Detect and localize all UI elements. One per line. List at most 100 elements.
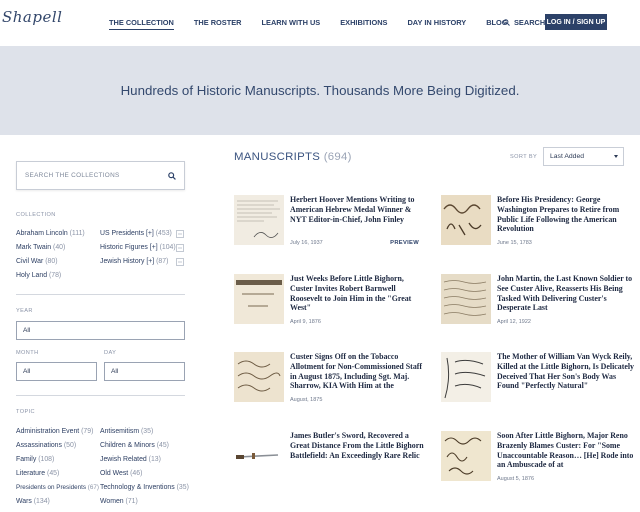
- filter-us-presidents[interactable]: US Presidents [+] (453): [100, 230, 172, 237]
- filter-label: Mark Twain: [16, 244, 52, 251]
- nav-search-button[interactable]: SEARCH: [503, 18, 545, 27]
- search-icon: [503, 19, 510, 26]
- search-icon[interactable]: [168, 171, 176, 180]
- manuscript-card[interactable]: The Mother of William Van Wyck Reily, Ki…: [441, 352, 636, 407]
- nav-link-the-collection[interactable]: THE COLLECTION: [109, 18, 174, 30]
- manuscript-card[interactable]: James Butler's Sword, Recovered a Great …: [234, 431, 429, 486]
- manuscript-date: August, 1875: [290, 397, 323, 403]
- nav-link-learn-with-us[interactable]: LEARN WITH US: [262, 18, 321, 30]
- topic-technology-inventions[interactable]: Technology & Inventions (35): [100, 484, 189, 491]
- manuscript-thumbnail[interactable]: [441, 274, 491, 324]
- nav-link-day-in-history[interactable]: DAY IN HISTORY: [407, 18, 466, 30]
- topic-count: (35): [140, 428, 154, 435]
- topic-label-text: Assassinations: [16, 442, 62, 449]
- manuscript-title[interactable]: The Mother of William Van Wyck Reily, Ki…: [497, 352, 635, 391]
- filter-historic-figures[interactable]: Historic Figures [+] (104): [100, 244, 176, 251]
- manuscript-thumbnail[interactable]: [234, 195, 284, 245]
- manuscript-thumbnail[interactable]: [234, 274, 284, 324]
- filter-count: (80): [45, 258, 58, 265]
- manuscripts-title: MANUSCRIPTS: [234, 151, 321, 163]
- topic-women[interactable]: Women (71): [100, 498, 138, 505]
- filter-label: US Presidents [+]: [100, 230, 154, 237]
- topic-label-text: Literature: [16, 470, 46, 477]
- nav-links: THE COLLECTION THE ROSTER LEARN WITH US …: [109, 18, 528, 30]
- topic-wars[interactable]: Wars (134): [16, 498, 50, 505]
- month-select[interactable]: All: [16, 362, 97, 381]
- topic-children-minors[interactable]: Children & Minors (45): [100, 442, 169, 449]
- topic-label-text: Family: [16, 456, 37, 463]
- manuscript-title[interactable]: Herbert Hoover Mentions Writing to Ameri…: [290, 195, 428, 224]
- topic-label-text: Antisemitism: [100, 428, 140, 435]
- filter-count: (453): [155, 230, 172, 237]
- filter-abraham-lincoln[interactable]: Abraham Lincoln (111): [16, 230, 85, 237]
- topic-count: (13): [148, 456, 161, 463]
- sort-select[interactable]: Last Added: [543, 147, 624, 166]
- collapse-icon[interactable]: [176, 244, 184, 252]
- manuscript-thumbnail[interactable]: [441, 431, 491, 481]
- topic-literature[interactable]: Literature (45): [16, 470, 59, 477]
- topic-count: (67): [87, 484, 99, 491]
- topic-count: (134): [33, 498, 50, 505]
- filter-count: (111): [69, 230, 85, 237]
- topic-old-west[interactable]: Old West (46): [100, 470, 142, 477]
- manuscript-title[interactable]: John Martin, the Last Known Soldier to S…: [497, 274, 635, 313]
- month-label: MONTH: [16, 350, 39, 356]
- topic-label-text: Wars: [16, 498, 32, 505]
- manuscript-card[interactable]: Herbert Hoover Mentions Writing to Ameri…: [234, 195, 429, 250]
- day-select[interactable]: All: [104, 362, 185, 381]
- filter-holy-land[interactable]: Holy Land (78): [16, 272, 61, 279]
- manuscript-card[interactable]: John Martin, the Last Known Soldier to S…: [441, 274, 636, 329]
- nav-link-exhibitions[interactable]: EXHIBITIONS: [340, 18, 387, 30]
- year-select[interactable]: All: [16, 321, 185, 340]
- collection-search-input[interactable]: SEARCH THE COLLECTIONS: [16, 161, 185, 190]
- manuscript-title[interactable]: James Butler's Sword, Recovered a Great …: [290, 431, 428, 460]
- topic-family[interactable]: Family (108): [16, 456, 54, 463]
- sort-by-label: SORT BY: [510, 154, 538, 160]
- filter-label: Civil War: [16, 258, 44, 265]
- topic-presidents-on-presidents[interactable]: Presidents on Presidents (67): [16, 484, 99, 491]
- manuscript-title[interactable]: Before His Presidency: George Washington…: [497, 195, 635, 234]
- manuscript-title[interactable]: Just Weeks Before Little Bighorn, Custer…: [290, 274, 428, 313]
- manuscript-title[interactable]: Soon After Little Bighorn, Major Reno Br…: [497, 431, 635, 470]
- manuscript-thumbnail[interactable]: [441, 352, 491, 402]
- topic-count: (35): [176, 484, 189, 491]
- manuscript-title[interactable]: Custer Signs Off on the Tobacco Allotmen…: [290, 352, 428, 391]
- filter-count: (87): [156, 258, 169, 265]
- filter-sidebar: SEARCH THE COLLECTIONS: [16, 161, 186, 190]
- manuscript-date: April 9, 1876: [290, 319, 321, 325]
- filter-jewish-history[interactable]: Jewish History [+] (87): [100, 258, 168, 265]
- topic-label: TOPIC: [16, 409, 35, 415]
- topic-jewish-related[interactable]: Jewish Related (13): [100, 456, 161, 463]
- manuscript-thumbnail[interactable]: [234, 352, 284, 402]
- manuscript-card[interactable]: Before His Presidency: George Washington…: [441, 195, 636, 250]
- topic-label-text: Old West: [100, 470, 129, 477]
- filter-count: (40): [53, 244, 66, 251]
- topic-antisemitism[interactable]: Antisemitism (35): [100, 428, 153, 435]
- topic-count: (79): [81, 428, 94, 435]
- collapse-icon[interactable]: [176, 258, 184, 266]
- topic-label-text: Children & Minors: [100, 442, 155, 449]
- manuscript-thumbnail[interactable]: [441, 195, 491, 245]
- filter-mark-twain[interactable]: Mark Twain (40): [16, 244, 65, 251]
- divider: [16, 395, 185, 396]
- hero-banner: Hundreds of Historic Manuscripts. Thousa…: [0, 46, 640, 135]
- filter-civil-war[interactable]: Civil War (80): [16, 258, 58, 265]
- topic-administration-event[interactable]: Administration Event (79): [16, 428, 93, 435]
- day-label: DAY: [104, 350, 117, 356]
- collapse-icon[interactable]: [176, 230, 184, 238]
- manuscript-card[interactable]: Custer Signs Off on the Tobacco Allotmen…: [234, 352, 429, 407]
- site-logo[interactable]: Shapell: [2, 8, 62, 26]
- topic-label-text: Administration Event: [16, 428, 80, 435]
- manuscripts-heading: MANUSCRIPTS (694): [234, 151, 352, 163]
- nav-link-the-roster[interactable]: THE ROSTER: [194, 18, 242, 30]
- login-signup-button[interactable]: LOG IN / SIGN UP: [545, 14, 607, 30]
- manuscript-card[interactable]: Just Weeks Before Little Bighorn, Custer…: [234, 274, 429, 329]
- preview-link[interactable]: PREVIEW: [390, 240, 419, 246]
- manuscript-thumbnail[interactable]: [234, 431, 284, 481]
- topic-label-text: Jewish Related: [100, 456, 147, 463]
- chevron-down-icon: [614, 155, 618, 158]
- filter-label: Historic Figures [+]: [100, 244, 158, 251]
- manuscript-card[interactable]: Soon After Little Bighorn, Major Reno Br…: [441, 431, 636, 486]
- topic-assassinations[interactable]: Assassinations (50): [16, 442, 76, 449]
- topic-count: (45): [47, 470, 60, 477]
